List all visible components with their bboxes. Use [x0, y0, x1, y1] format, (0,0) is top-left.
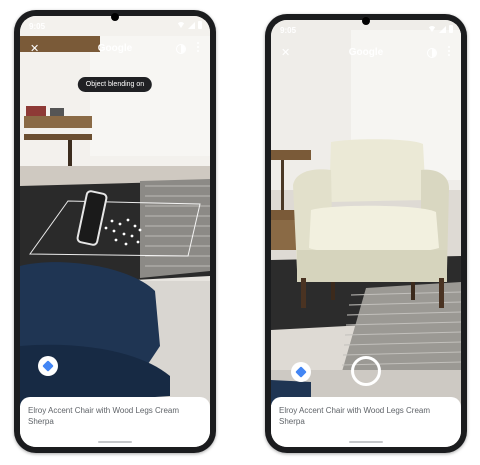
- shutter-icon[interactable]: [351, 356, 381, 386]
- status-time: 9:05: [29, 22, 46, 31]
- contrast-icon[interactable]: [176, 44, 186, 54]
- signal-icon: [188, 21, 195, 29]
- ar-view-button[interactable]: [291, 362, 311, 382]
- sheet-handle[interactable]: [98, 441, 132, 443]
- status-time: 9:05: [280, 26, 297, 35]
- wifi-icon: [177, 22, 185, 28]
- more-vert-icon[interactable]: [197, 42, 200, 54]
- product-sheet[interactable]: Elroy Accent Chair with Wood Legs Cream …: [271, 397, 461, 447]
- product-title: Elroy Accent Chair with Wood Legs Cream …: [28, 406, 180, 426]
- signal-icon: [439, 25, 446, 33]
- screen-right: 9:05 ✕ Google Elroy Accent Chair with Wo…: [271, 20, 461, 447]
- screen-left: 9:05 ✕ Google Object blending on Elroy A…: [20, 16, 210, 447]
- cube-icon: [42, 360, 54, 372]
- contrast-icon[interactable]: [427, 48, 437, 58]
- product-title: Elroy Accent Chair with Wood Legs Cream …: [279, 406, 431, 426]
- product-sheet[interactable]: Elroy Accent Chair with Wood Legs Cream …: [20, 397, 210, 447]
- phone-left: 9:05 ✕ Google Object blending on Elroy A…: [14, 10, 216, 453]
- top-toolbar: ✕ Google: [271, 42, 461, 64]
- ar-view-button[interactable]: [38, 356, 58, 376]
- front-camera: [362, 17, 370, 25]
- battery-icon: [198, 21, 202, 29]
- cube-icon: [295, 366, 307, 378]
- top-toolbar: ✕ Google: [20, 38, 210, 60]
- front-camera: [111, 13, 119, 21]
- sheet-handle[interactable]: [349, 441, 383, 443]
- battery-icon: [449, 25, 453, 33]
- more-vert-icon[interactable]: [448, 46, 451, 58]
- wifi-icon: [428, 26, 436, 32]
- phone-right: 9:05 ✕ Google Elroy Accent Chair with Wo…: [265, 14, 467, 453]
- object-blending-toast: Object blending on: [77, 77, 153, 92]
